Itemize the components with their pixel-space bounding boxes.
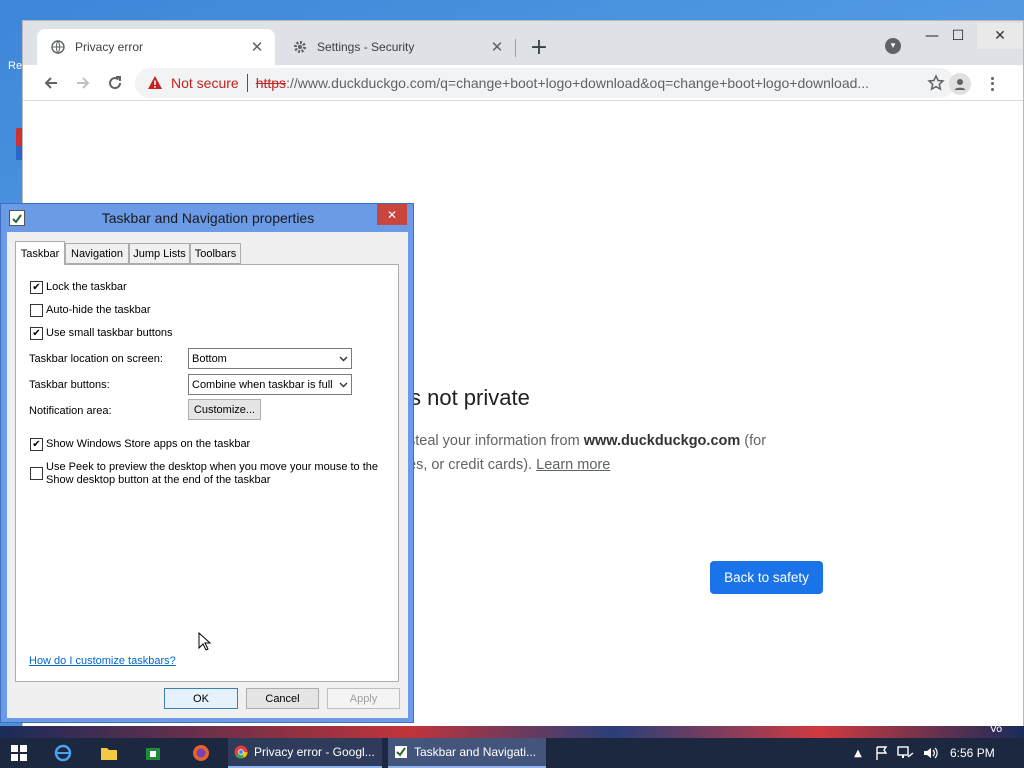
checkbox-label: Auto-hide the taskbar — [46, 304, 151, 316]
browser-toolbar: Not secure https ://www.duckduckgo.com/q… — [23, 65, 1023, 101]
taskbar-tab-panel: ✔ Lock the taskbar Auto-hide the taskbar… — [15, 264, 399, 682]
file-explorer-icon[interactable] — [94, 742, 124, 764]
peek-option[interactable]: Use Peek to preview the desktop when you… — [30, 461, 386, 487]
reload-button[interactable] — [103, 71, 127, 95]
reload-icon — [109, 76, 122, 90]
help-link[interactable]: How do I customize taskbars? — [29, 655, 176, 667]
apply-button[interactable]: Apply — [327, 688, 400, 709]
start-button[interactable] — [4, 742, 34, 764]
maximize-button[interactable]: ☐ — [941, 23, 975, 49]
windows-logo-icon — [11, 745, 27, 761]
warning-icon — [148, 76, 162, 89]
taskbar-clock[interactable]: 6:56 PM — [950, 746, 995, 760]
desktop-corner-text: Vo — [990, 724, 1003, 735]
taskbar-properties-icon — [395, 746, 407, 758]
customize-button[interactable]: Customize... — [188, 399, 261, 420]
dialog-titlebar[interactable]: Taskbar and Navigation properties ✕ — [1, 204, 413, 232]
taskbar-buttons-dropdown[interactable]: Combine when taskbar is full — [188, 374, 352, 395]
network-icon[interactable] — [896, 745, 914, 761]
error-text: (for — [740, 433, 767, 449]
taskbar-item-label: Taskbar and Navigati... — [414, 745, 537, 759]
url-text: ://www.duckduckgo.com/q=change+boot+logo… — [286, 75, 870, 91]
checkbox-label: Use Peek to preview the desktop when you… — [46, 461, 379, 486]
learn-more-link[interactable]: Learn more — [536, 457, 610, 473]
more-menu-icon[interactable] — [985, 73, 999, 95]
tab-privacy-error[interactable]: Privacy error ✕ — [37, 29, 275, 65]
arrow-right-icon — [77, 77, 90, 89]
tab-navigation[interactable]: Navigation — [65, 243, 129, 264]
close-tab-icon[interactable]: ✕ — [487, 37, 507, 57]
tab-title: Settings - Security — [317, 40, 415, 54]
tab-strip: Privacy error ✕ Settings - Security ✕ + … — [23, 21, 1023, 65]
forward-button[interactable] — [71, 71, 95, 95]
close-window-button[interactable]: ✕ — [977, 23, 1023, 49]
store-apps-option[interactable]: ✔ Show Windows Store apps on the taskbar — [30, 438, 250, 451]
error-heading: s not private — [410, 385, 530, 410]
chevron-up-icon[interactable]: ▲ — [850, 748, 866, 759]
chrome-icon — [234, 745, 248, 759]
tab-title: Privacy error — [75, 40, 144, 54]
globe-icon — [51, 40, 65, 54]
error-description: steal your information from www.duckduck… — [408, 429, 828, 477]
error-domain: www.duckduckgo.com — [583, 433, 741, 449]
dialog-close-button[interactable]: ✕ — [377, 204, 407, 225]
small-buttons-checkbox[interactable]: ✔ — [30, 327, 43, 340]
checkbox-label: Show Windows Store apps on the taskbar — [46, 438, 251, 450]
bookmark-star-icon[interactable] — [927, 74, 945, 92]
system-tray: ▲ — [850, 738, 940, 768]
address-bar[interactable]: Not secure https ://www.duckduckgo.com/q… — [135, 68, 955, 98]
error-text: steal your information from — [408, 433, 584, 449]
taskbar-buttons-label: Taskbar buttons: — [29, 379, 110, 391]
not-secure-label[interactable]: Not secure — [171, 75, 239, 91]
tab-toolbars[interactable]: Toolbars — [190, 243, 241, 264]
location-dropdown[interactable]: Bottom — [188, 348, 352, 369]
gear-icon — [293, 40, 307, 54]
tab-search-icon[interactable]: ▾ — [885, 38, 901, 54]
windows-taskbar: Privacy error - Googl... Taskbar and Nav… — [0, 738, 1024, 768]
ok-button[interactable]: OK — [164, 688, 238, 709]
error-text: es, or credit cards). — [408, 457, 537, 473]
taskbar-item-properties[interactable]: Taskbar and Navigati... — [388, 738, 546, 768]
chevron-down-icon — [339, 356, 348, 362]
location-label: Taskbar location on screen: — [29, 353, 163, 365]
url-scheme: https — [255, 75, 287, 91]
flag-icon[interactable] — [874, 745, 890, 761]
arrow-left-icon — [44, 77, 57, 89]
checkbox-label: Use small taskbar buttons — [46, 327, 173, 339]
chevron-down-icon — [339, 382, 348, 388]
close-tab-icon[interactable]: ✕ — [247, 37, 267, 57]
cancel-button[interactable]: Cancel — [246, 688, 319, 709]
tab-settings-security[interactable]: Settings - Security ✕ — [279, 29, 515, 65]
peek-checkbox[interactable] — [30, 467, 43, 480]
lock-taskbar-checkbox[interactable]: ✔ — [30, 281, 43, 294]
lock-taskbar-option[interactable]: ✔ Lock the taskbar — [30, 281, 127, 294]
auto-hide-checkbox[interactable] — [30, 304, 43, 317]
new-tab-button[interactable]: + — [527, 35, 551, 60]
volume-icon[interactable] — [922, 745, 940, 761]
store-icon[interactable] — [138, 742, 168, 764]
dialog-title: Taskbar and Navigation properties — [101, 210, 315, 226]
internet-explorer-icon[interactable] — [48, 742, 78, 764]
notification-area-label: Notification area: — [29, 405, 112, 417]
location-value: Bottom — [192, 352, 227, 365]
security-divider — [246, 74, 248, 92]
store-apps-checkbox[interactable]: ✔ — [30, 438, 43, 451]
taskbar-item-chrome[interactable]: Privacy error - Googl... — [228, 738, 382, 768]
profile-avatar-icon[interactable] — [949, 73, 971, 95]
back-button[interactable] — [39, 71, 63, 95]
tab-separator — [515, 39, 516, 57]
mouse-cursor-icon — [198, 632, 212, 651]
firefox-icon[interactable] — [186, 742, 216, 764]
desktop-icon-label: Re — [8, 60, 23, 72]
taskbar-item-label: Privacy error - Googl... — [254, 745, 375, 759]
taskbar-buttons-value: Combine when taskbar is full — [192, 378, 333, 391]
small-buttons-option[interactable]: ✔ Use small taskbar buttons — [30, 327, 173, 340]
back-to-safety-button[interactable]: Back to safety — [710, 561, 823, 594]
tab-jump-lists[interactable]: Jump Lists — [129, 243, 190, 264]
tab-taskbar[interactable]: Taskbar — [15, 241, 65, 265]
checkbox-label: Lock the taskbar — [46, 281, 127, 293]
auto-hide-option[interactable]: Auto-hide the taskbar — [30, 304, 151, 317]
desktop-wallpaper-strip — [0, 726, 1024, 738]
